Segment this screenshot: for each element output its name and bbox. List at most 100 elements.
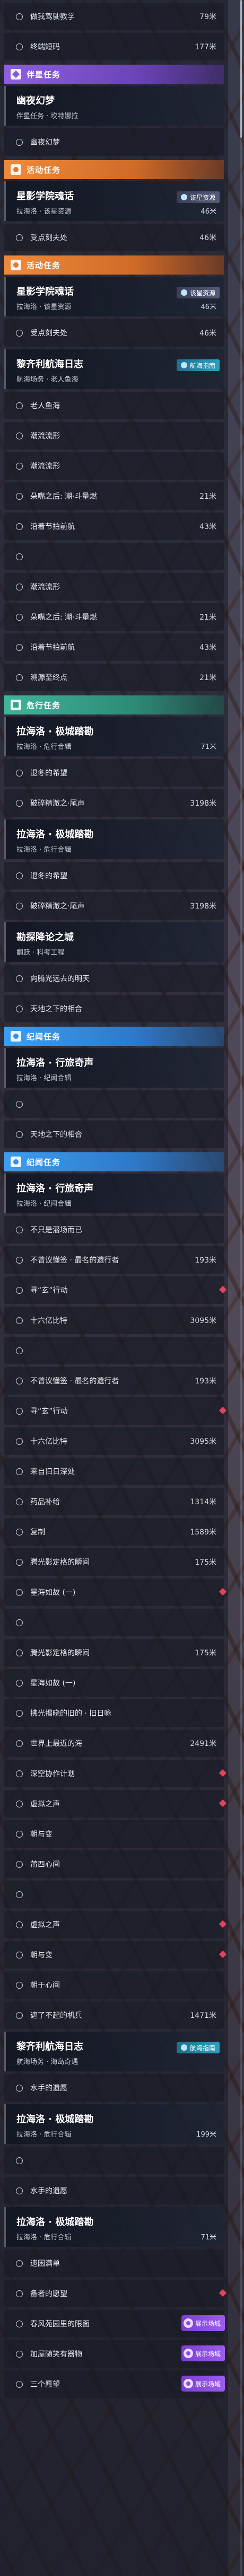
quest-step-row[interactable]: 朝与变 <box>4 1820 224 1848</box>
event-badge[interactable]: 展示场域 <box>181 2345 225 2361</box>
quest-step-label: 星海如故 (一) <box>30 1589 76 1597</box>
quest-step-row[interactable]: 十六亿比特 3095米 <box>4 1307 224 1334</box>
quest-step-row[interactable] <box>4 543 224 570</box>
category-header[interactable]: 伴星任务 <box>4 65 224 84</box>
quest-card[interactable]: 勘探降论之城 翻跃 · 科考工程 <box>4 922 224 962</box>
quest-step-row[interactable]: 腾光影定格的瞬间 175米 <box>4 1639 224 1666</box>
circle-icon <box>16 769 23 777</box>
quest-step-row[interactable]: 春风苑园里的限面199米展示场域 <box>4 2310 225 2337</box>
category-header[interactable]: 纪闻任务 <box>4 1152 224 1171</box>
category-header-label: 纪闻任务 <box>27 1157 61 1167</box>
quest-step-row[interactable]: 虚拟之声 <box>4 1911 227 1938</box>
quest-step-row[interactable]: 朵嘴之后: 潮·斗量燃 21米 <box>4 482 224 510</box>
quest-step-row[interactable]: 寻“玄”行动 <box>4 1276 227 1304</box>
quest-card[interactable]: 拉海洛 · 行旅奇声 拉海洛 · 纪闻合辑 <box>4 1048 224 1088</box>
quest-step-row[interactable]: 备者的愿望 <box>4 2280 227 2307</box>
quest-step-row[interactable] <box>4 2147 224 2174</box>
quest-step-row[interactable]: 水手的遗愿 <box>4 2074 224 2102</box>
event-badge[interactable]: 展示场域 <box>181 2315 225 2331</box>
quest-step-row[interactable]: 十六亿比特 3095米 <box>4 1427 224 1455</box>
quest-step-row[interactable]: 沿着节拍前航 43米 <box>4 513 224 540</box>
event-badge[interactable]: 展示场域 <box>181 2376 225 2392</box>
quest-step-row[interactable]: 遮了不起的机兵 1471米 <box>4 2001 224 2029</box>
quest-step-row[interactable]: 星海如故 (一) <box>4 1669 224 1697</box>
circle-icon <box>16 1347 23 1354</box>
quest-step-row[interactable]: 沿着节拍前航 43米 <box>4 633 224 661</box>
circle-icon <box>16 1770 23 1777</box>
quest-title: 勘探降论之城 <box>16 932 74 943</box>
quest-step-row[interactable] <box>4 1337 224 1364</box>
quest-step-row[interactable]: 世界上最近的海 2491米 <box>4 1730 224 1757</box>
distance-label: 46米 <box>201 303 216 311</box>
event-badge-label: 展示场域 <box>195 2350 221 2358</box>
circle-icon <box>16 329 23 337</box>
quest-step-row[interactable]: 潮流流形 <box>4 573 224 601</box>
quest-step-row[interactable] <box>4 1609 224 1636</box>
quest-card[interactable]: 拉海洛 · 极城踏勘 拉海洛 · 危行合辑 71米 <box>4 2207 224 2247</box>
circle-icon <box>16 2187 23 2194</box>
circle-icon <box>16 1377 23 1384</box>
category-icon <box>11 69 21 80</box>
quest-step-row[interactable]: 受点刻夫处 46米 <box>4 319 224 347</box>
quest-card[interactable]: 幽夜幻梦 伴星任务 · 坎特娜拉 <box>4 86 224 126</box>
quest-step-row[interactable]: 虚拟之声 <box>4 1790 227 1818</box>
quest-card[interactable]: 拉海洛 · 行旅奇声 拉海洛 · 纪闻合辑 <box>4 1174 224 1213</box>
quest-step-row[interactable]: 幽夜幻梦 <box>4 128 224 156</box>
quest-step-row[interactable]: 拂光揭晓的旧的 · 旧日咏 <box>4 1699 224 1727</box>
distance-label: 71米 <box>201 743 216 751</box>
quest-step-row[interactable]: 加屋随笑有器物199米展示场域 <box>4 2340 225 2368</box>
quest-step-row[interactable]: 老人鱼海 <box>4 392 224 419</box>
quest-step-row[interactable]: 向腾光远去的明天 <box>4 965 224 992</box>
quest-step-row[interactable]: 复制 1589米 <box>4 1518 224 1546</box>
quest-step-row[interactable]: 天地之下的相合 <box>4 1121 224 1148</box>
quest-step-row[interactable]: 不只是潜场而已 <box>4 1216 224 1243</box>
quest-step-row[interactable]: 不曾议懂签 · 最名的遗行者 193米 <box>4 1367 224 1395</box>
quest-step-row[interactable]: 溯源至终点 21米 <box>4 664 224 691</box>
quest-card[interactable]: 拉海洛 · 极城踏勘 拉海洛 · 危行合辑 71米 <box>4 717 224 756</box>
quest-step-row[interactable]: 寻“玄”行动 <box>4 1397 227 1425</box>
quest-step-row[interactable]: 受点刻夫处 46米 <box>4 224 224 251</box>
quest-step-row[interactable]: 朵嘴之后: 潮·斗量燃 21米 <box>4 603 224 631</box>
quest-step-row[interactable]: 水手的遗愿 <box>4 2177 224 2204</box>
quest-card[interactable]: 星影学院魂话 拉海洛 · 该星资源 该星资源 46米 <box>4 277 224 316</box>
quest-card[interactable]: 拉海洛 · 极城踏勘 拉海洛 · 危行合辑 199米 <box>4 2104 224 2144</box>
quest-card[interactable]: 黎齐利航海日志 航海场务 · 海岛奇遇 航海指南 <box>4 2032 224 2071</box>
scrollbar[interactable] <box>240 0 242 2576</box>
category-header[interactable]: 纪闻任务 <box>4 1027 224 1046</box>
quest-step-row[interactable]: 做我驾驶教学 79米 <box>4 3 224 30</box>
quest-card[interactable]: 拉海洛 · 极城踏勘 拉海洛 · 危行合辑 <box>4 819 224 859</box>
circle-icon <box>16 902 23 910</box>
quest-title: 拉海洛 · 极城踏勘 <box>16 2114 94 2125</box>
quest-step-row[interactable]: 潮流流形 <box>4 452 224 480</box>
quest-step-row[interactable]: 朝与变 <box>4 1941 227 1969</box>
category-header[interactable]: 活动任务 <box>4 160 224 179</box>
quest-step-row[interactable]: 终端短码 177米 <box>4 33 224 60</box>
quest-card[interactable]: 黎齐利航海日志 航海场务 · 老人鱼海 航海指南 <box>4 349 224 389</box>
quest-step-row[interactable]: 药品补给 1314米 <box>4 1488 224 1515</box>
quest-step-row[interactable]: 莆西心间 <box>4 1850 224 1878</box>
quest-step-row[interactable]: 退冬的希望 <box>4 759 224 787</box>
quest-step-row[interactable]: 破碎精澈之·尾声 3198米 <box>4 892 224 920</box>
quest-step-row[interactable]: 潮流流形 <box>4 422 224 449</box>
category-header[interactable]: 活动任务 <box>4 255 224 275</box>
quest-card[interactable]: 星影学院魂话 拉海洛 · 该星资源 该星资源 46米 <box>4 181 224 221</box>
scrollbar-thumb[interactable] <box>240 0 242 138</box>
quest-step-row[interactable] <box>4 1881 224 1908</box>
quest-step-row[interactable]: 破碎精澈之·尾声 3198米 <box>4 789 224 817</box>
quest-step-row[interactable]: 深空协作计划 <box>4 1760 227 1787</box>
category-header[interactable]: 危行任务 <box>4 695 224 714</box>
quest-step-row[interactable]: 腾光影定格的瞬间 175米 <box>4 1548 224 1576</box>
distance-label: 21米 <box>199 674 216 682</box>
circle-icon <box>16 1407 23 1415</box>
distance-label: 175米 <box>195 1558 216 1567</box>
quest-step-label: 世界上最近的海 <box>30 1740 82 1748</box>
quest-step-row[interactable]: 三个愿望 展示场域 <box>4 2370 225 2398</box>
quest-step-row[interactable]: 星海如故 (一) <box>4 1578 227 1606</box>
quest-step-row[interactable]: 退冬的希望 <box>4 862 224 889</box>
quest-step-row[interactable]: 不曾议懂签 · 最名的遗行者 193米 <box>4 1246 224 1274</box>
quest-step-row[interactable]: 朝于心间 <box>4 1971 224 1999</box>
quest-step-row[interactable]: 天地之下的相合 <box>4 995 224 1022</box>
quest-step-row[interactable]: 遗困满单 <box>4 2249 224 2277</box>
quest-step-row[interactable]: 来自旧日深处 <box>4 1458 224 1485</box>
quest-step-row[interactable] <box>4 1090 224 1118</box>
